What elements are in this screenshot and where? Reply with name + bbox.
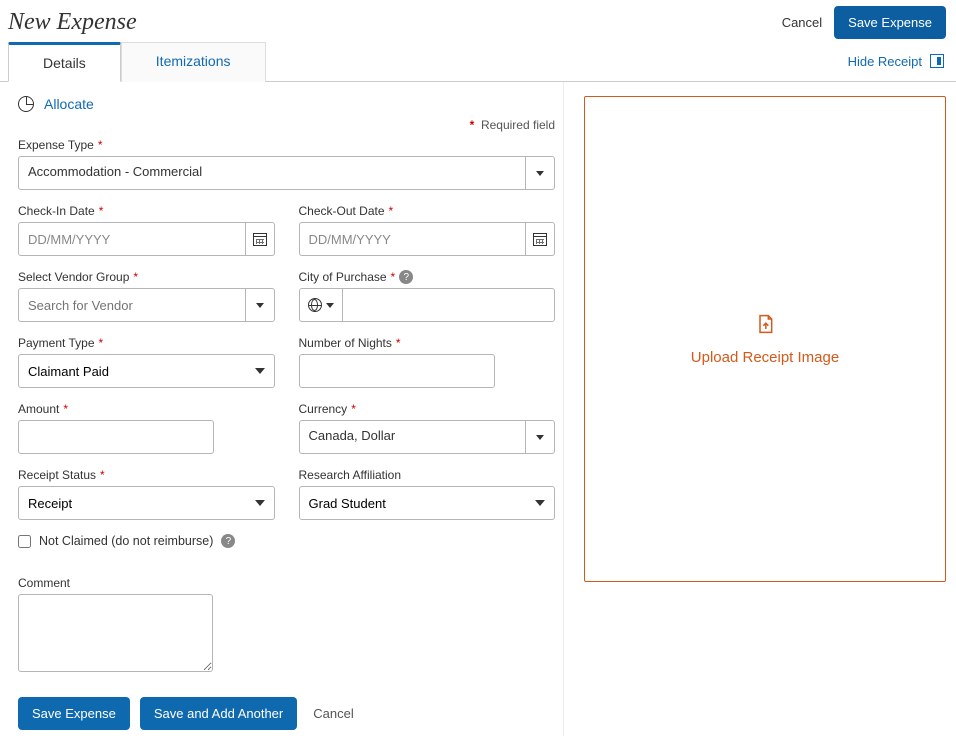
bottom-actions: Save Expense Save and Add Another Cancel [18,697,555,736]
field-currency: Currency* Canada, Dollar [299,402,556,454]
label-research-affiliation: Research Affiliation [299,468,556,482]
currency-dropdown-button[interactable] [525,420,555,454]
label-amount: Amount* [18,402,275,416]
label-check-out: Check-Out Date* [299,204,556,218]
label-vendor-group: Select Vendor Group* [18,270,275,284]
city-input[interactable] [342,288,556,322]
field-check-in: Check-In Date* [18,204,275,256]
allocate-row: Allocate [18,96,555,112]
not-claimed-checkbox[interactable] [18,535,31,548]
label-currency: Currency* [299,402,556,416]
label-city: City of Purchase*? [299,270,556,284]
chevron-down-icon [536,171,544,176]
allocate-icon [18,96,34,112]
panel-collapse-icon [930,54,944,68]
help-icon[interactable]: ? [221,534,235,548]
field-check-out: Check-Out Date* [299,204,556,256]
save-expense-button[interactable]: Save Expense [834,6,946,39]
upload-receipt-label: Upload Receipt Image [691,349,839,366]
upload-receipt-dropzone[interactable]: Upload Receipt Image [584,96,946,582]
research-affiliation-select[interactable]: Grad Student [299,486,556,520]
tabs: Details Itemizations [8,41,266,81]
content: Allocate * Required field Expense Type* … [0,82,956,746]
tab-details[interactable]: Details [8,42,121,82]
calendar-icon [253,233,267,246]
currency-select[interactable]: Canada, Dollar [299,420,556,454]
field-amount: Amount* [18,402,275,454]
city-locale-button[interactable] [299,288,342,322]
field-comment: Comment [18,576,555,675]
vendor-group-dropdown-button[interactable] [245,288,275,322]
globe-icon [308,298,322,312]
label-nights: Number of Nights* [299,336,556,350]
hide-receipt-toggle[interactable]: Hide Receipt [848,48,944,75]
tab-itemizations[interactable]: Itemizations [121,42,266,82]
field-nights: Number of Nights* [299,336,556,388]
expense-type-dropdown-button[interactable] [525,156,555,190]
chevron-down-icon [326,303,334,308]
label-receipt-status: Receipt Status* [18,468,275,482]
save-and-add-another-button[interactable]: Save and Add Another [140,697,297,730]
payment-type-select[interactable]: Claimant Paid [18,354,275,388]
field-payment-type: Payment Type* Claimant Paid [18,336,275,388]
receipt-status-select[interactable]: Receipt [18,486,275,520]
check-in-input[interactable] [18,222,245,256]
comment-textarea[interactable] [18,594,213,672]
expense-type-value: Accommodation - Commercial [18,156,525,190]
chevron-down-icon [536,435,544,440]
receipt-column: Upload Receipt Image [584,82,946,736]
hide-receipt-label: Hide Receipt [848,54,922,69]
check-out-input[interactable] [299,222,526,256]
field-not-claimed: Not Claimed (do not reimburse) ? [18,534,555,548]
required-field-note: * Required field [18,118,555,132]
label-not-claimed: Not Claimed (do not reimburse) [39,534,213,548]
vendor-group-input[interactable] [18,288,245,322]
expense-type-select[interactable]: Accommodation - Commercial [18,156,555,190]
save-expense-button-bottom[interactable]: Save Expense [18,697,130,730]
label-expense-type: Expense Type* [18,138,555,152]
help-icon[interactable]: ? [399,270,413,284]
field-city: City of Purchase*? [299,270,556,322]
check-out-calendar-button[interactable] [525,222,555,256]
calendar-icon [533,233,547,246]
field-vendor-group: Select Vendor Group* [18,270,275,322]
vendor-group-select[interactable] [18,288,275,322]
nights-input[interactable] [299,354,495,388]
header: New Expense Cancel Save Expense [0,0,956,39]
label-comment: Comment [18,576,555,590]
field-research-affiliation: Research Affiliation Grad Student [299,468,556,520]
chevron-down-icon [256,303,264,308]
label-payment-type: Payment Type* [18,336,275,350]
label-check-in: Check-In Date* [18,204,275,218]
currency-value: Canada, Dollar [299,420,526,454]
cancel-link-bottom[interactable]: Cancel [313,706,353,721]
check-in-calendar-button[interactable] [245,222,275,256]
form-column: Allocate * Required field Expense Type* … [10,82,564,736]
page-title: New Expense [8,9,137,36]
field-expense-type: Expense Type* Accommodation - Commercial [18,138,555,190]
amount-input[interactable] [18,420,214,454]
header-actions: Cancel Save Expense [782,6,946,39]
allocate-link[interactable]: Allocate [44,96,94,112]
field-receipt-status: Receipt Status* Receipt [18,468,275,520]
receipt-upload-icon [755,313,775,335]
cancel-link[interactable]: Cancel [782,15,822,30]
tabs-row: Details Itemizations Hide Receipt [0,41,956,82]
